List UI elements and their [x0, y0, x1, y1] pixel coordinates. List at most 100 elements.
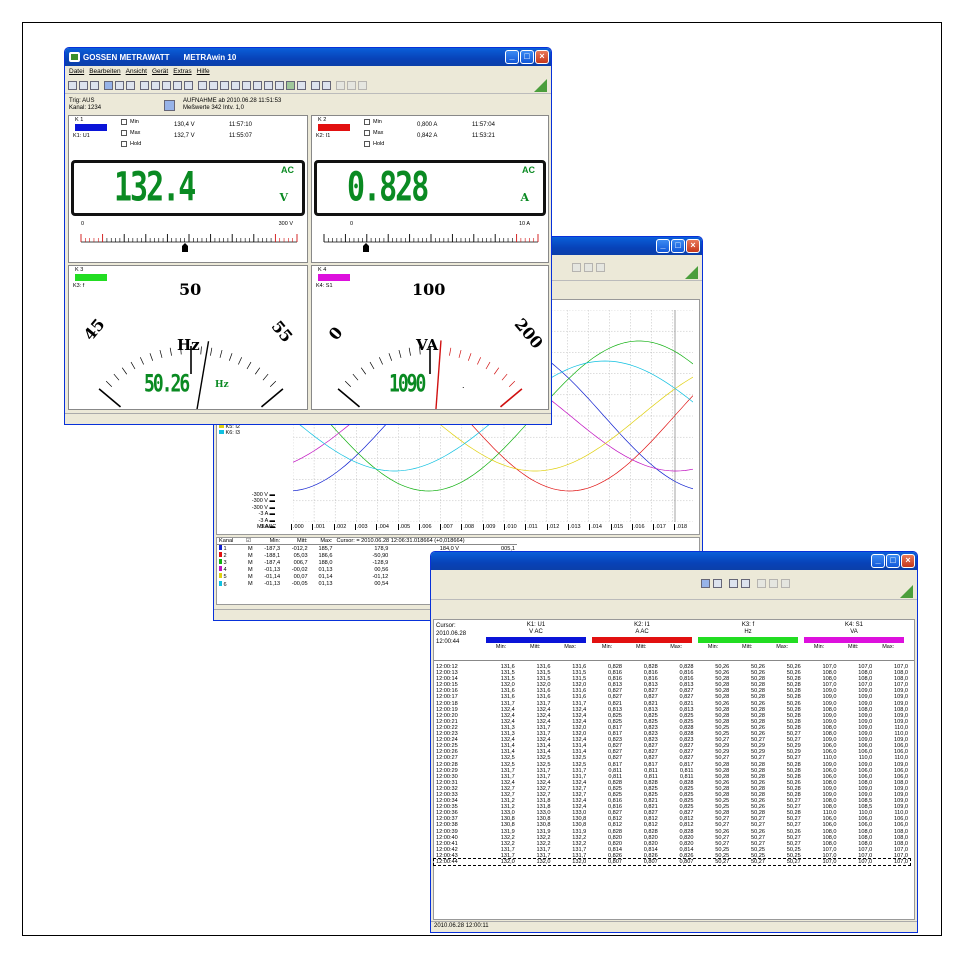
x-tick-label: .009	[482, 524, 496, 530]
multimeter-icon[interactable]	[140, 80, 149, 90]
app-title: METRAwin 10	[183, 52, 237, 62]
minimize-icon[interactable]: _	[871, 554, 885, 568]
print-icon[interactable]	[311, 80, 320, 90]
zoom-in-icon[interactable]	[757, 579, 766, 588]
bg-icon[interactable]	[220, 80, 229, 90]
record-icon[interactable]	[286, 80, 295, 90]
print-preview-icon[interactable]	[741, 579, 750, 588]
trigger-status: Trig: AUS	[69, 98, 95, 104]
channel-name: K1: U1	[73, 133, 90, 139]
menu-item[interactable]: Datei	[69, 68, 84, 75]
zoom-out-icon[interactable]	[584, 263, 593, 272]
bar-icon[interactable]	[184, 80, 193, 90]
record-icon[interactable]	[701, 579, 710, 588]
print-icon[interactable]	[729, 579, 738, 588]
cursor-time: 12:00:44	[436, 639, 460, 645]
main-titlebar[interactable]: GOSSEN METRAWATT METRAwin 10 _ □ ×	[65, 48, 551, 66]
zoom-out-icon[interactable]	[347, 80, 356, 90]
new-icon[interactable]	[68, 80, 77, 90]
status-timestamp: 2010.06.28 12:00:11	[434, 923, 489, 929]
display-icon[interactable]	[231, 80, 240, 90]
min-checkbox[interactable]: Min	[364, 117, 384, 128]
recording-icon	[164, 100, 175, 111]
timer-icon[interactable]	[297, 80, 306, 90]
x-tick-label: .007	[440, 524, 453, 530]
x-tick-label: .018	[674, 524, 688, 530]
ac-indicator: AC	[281, 165, 294, 175]
min-value: 0,800 A	[417, 122, 438, 128]
max-checkbox[interactable]: Max	[121, 128, 141, 139]
max-checkbox[interactable]: Max	[364, 128, 384, 139]
menu-item[interactable]: Ansicht	[126, 68, 147, 75]
menu-item[interactable]: Extras	[173, 68, 191, 75]
save-icon[interactable]	[90, 80, 99, 90]
x-unit-label: MILMIC	[257, 524, 277, 530]
main-statusbar	[65, 413, 551, 424]
print-preview-icon[interactable]	[322, 80, 331, 90]
display-unit: Hz	[215, 380, 229, 390]
digital-display: 132.4 AC V	[71, 160, 305, 216]
x-tick-label: .002	[333, 524, 347, 530]
comment-icon[interactable]	[596, 263, 605, 272]
cursor-label: Cursor:	[436, 623, 456, 629]
minimize-icon[interactable]: _	[505, 50, 519, 64]
comment-icon[interactable]	[358, 80, 367, 90]
x-tick-label: .017	[653, 524, 666, 530]
logo-triangle-icon	[900, 585, 913, 598]
maximize-icon[interactable]: □	[520, 50, 534, 64]
close-icon[interactable]: ×	[535, 50, 549, 64]
comment-icon[interactable]	[781, 579, 790, 588]
settings-icon[interactable]	[198, 80, 207, 90]
analog-icon[interactable]	[151, 80, 160, 90]
data-table-panel: Cursor: 2010.06.28 12:00:44 K1: U1 V AC Mi…	[433, 619, 915, 920]
maximize-icon[interactable]: □	[886, 554, 900, 568]
table-titlebar[interactable]: _ □ ×	[431, 552, 917, 570]
close-icon[interactable]: ×	[901, 554, 915, 568]
device-icon[interactable]	[115, 80, 124, 90]
channel-icon[interactable]	[209, 80, 218, 90]
minimize-icon[interactable]: _	[656, 239, 670, 253]
channel-header: K3: f Hz Min: Mitt: Max:	[696, 622, 800, 651]
x-tick-label: .004	[376, 524, 389, 530]
channel-3-panel: K 3 K3: f 50 45 55 Hz 50.26 Hz	[68, 265, 308, 410]
dial-unit: VA	[416, 336, 439, 354]
connect-icon[interactable]	[104, 80, 113, 90]
ac-indicator: AC	[522, 165, 535, 175]
x-tick-label: .015	[610, 524, 624, 530]
graph-icon[interactable]	[162, 80, 171, 90]
menu-item[interactable]: Bearbeiten	[89, 68, 120, 75]
hold-checkbox[interactable]: Hold	[121, 139, 141, 150]
menu-item[interactable]: Gerät	[152, 68, 168, 75]
export-icon[interactable]	[275, 80, 284, 90]
channel-header: K4: S1 VA Min: Mitt: Max:	[802, 622, 906, 651]
bar-scale: 0 300 V	[73, 220, 305, 260]
list-icon[interactable]	[253, 80, 262, 90]
min-checkbox[interactable]: Min	[121, 117, 141, 128]
open-icon[interactable]	[79, 80, 88, 90]
zoom-in-icon[interactable]	[572, 263, 581, 272]
zoom-out-icon[interactable]	[769, 579, 778, 588]
cursor-date: 2010.06.28	[436, 631, 467, 637]
min-time: 11:57:04	[472, 122, 495, 128]
menu-item[interactable]: Hilfe	[197, 68, 210, 75]
table-toolbar	[431, 570, 917, 600]
display-unit: V	[279, 191, 288, 204]
table-icon[interactable]	[173, 80, 182, 90]
logo-triangle-icon	[685, 266, 698, 279]
min-value: 130,4 V	[174, 122, 195, 128]
hold-checkbox[interactable]: Hold	[364, 139, 384, 150]
main-window: GOSSEN METRAWATT METRAwin 10 _ □ × Datei…	[64, 47, 552, 425]
device2-icon[interactable]	[126, 80, 135, 90]
max-value: 0,842 A	[417, 133, 438, 139]
close-icon[interactable]: ×	[686, 239, 700, 253]
x-tick-label: .008	[461, 524, 475, 530]
trigger-icon[interactable]	[242, 80, 251, 90]
zoom-in-icon[interactable]	[336, 80, 345, 90]
channel-2-panel: K 2 K2: I1 Min Max Hold 0,800 A 0,842 A …	[311, 115, 549, 263]
maximize-icon[interactable]: □	[671, 239, 685, 253]
timer-icon[interactable]	[713, 579, 722, 588]
x-tick-label: .016	[631, 524, 645, 530]
scope-icon[interactable]	[264, 80, 273, 90]
x-tick-label: .014	[589, 524, 602, 530]
x-tick-label: .010	[504, 524, 517, 530]
